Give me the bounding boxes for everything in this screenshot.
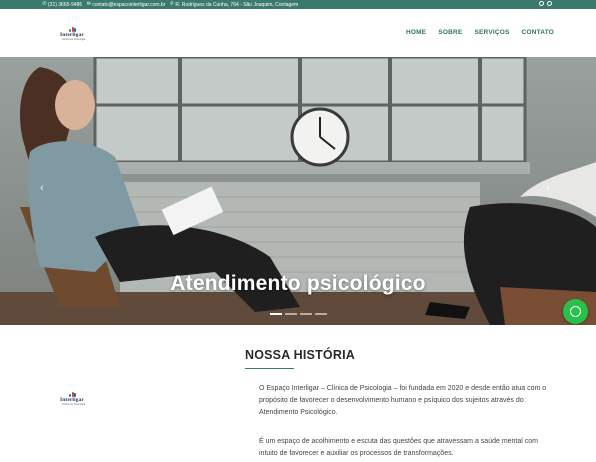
slide-dot[interactable]: [315, 313, 327, 315]
nav-servicos[interactable]: SERVIÇOS: [474, 29, 509, 36]
email-contact[interactable]: ✉ contato@espacointerligar.com.br: [86, 1, 166, 8]
logo-tagline: Clínica de Psicologia: [62, 403, 86, 406]
main-nav: HOME SOBRE SERVIÇOS CONTATO: [406, 29, 554, 36]
slide-dot[interactable]: [300, 313, 312, 315]
phone-icon: ✆: [42, 1, 47, 7]
story-paragraph: O Espaço Interligar – Clínica de Psicolo…: [259, 385, 547, 416]
site-header: Interligar Clínica de Psicologia HOME SO…: [0, 9, 596, 57]
slide-indicators: [270, 313, 327, 315]
slide-dot[interactable]: [285, 313, 297, 315]
story-title: NOSSA HISTÓRIA: [245, 348, 355, 362]
slide-dot[interactable]: [270, 313, 282, 315]
nav-home[interactable]: HOME: [406, 29, 426, 36]
phone-contact[interactable]: ✆ (31) 3665-9486: [42, 2, 82, 8]
story-section: Interligar Clínica de Psicologia NOSSA H…: [0, 325, 596, 462]
whatsapp-float-button[interactable]: [563, 299, 588, 324]
envelope-icon: ✉: [86, 1, 91, 7]
hero-title: Atendimento psicológico: [170, 272, 426, 295]
next-slide-icon[interactable]: ›: [546, 183, 550, 194]
site-logo[interactable]: Interligar Clínica de Psicologia: [60, 27, 86, 41]
top-contact-bar: ✆ (31) 3665-9486 ✉ contato@espacointerli…: [0, 0, 596, 9]
email-text: contato@espacointerligar.com.br: [92, 1, 166, 8]
nav-sobre[interactable]: SOBRE: [438, 29, 462, 36]
logo-tagline: Clínica de Psicologia: [62, 38, 86, 41]
address-contact[interactable]: ⚲ R. Rodrigues da Cunha, 764 - São Joaqu…: [169, 2, 298, 8]
map-pin-icon: ⚲: [170, 1, 174, 7]
instagram-icon[interactable]: [539, 1, 544, 6]
address-text: R. Rodrigues da Cunha, 764 - São Joaquim…: [175, 1, 299, 8]
title-underline: [245, 368, 294, 369]
phone-text: (31) 3665-9486: [48, 1, 83, 8]
story-paragraph: É um espaço de acolhimento e escuta das …: [259, 438, 538, 457]
prev-slide-icon[interactable]: ‹: [40, 183, 44, 194]
story-logo: Interligar Clínica de Psicologia: [60, 392, 86, 406]
whatsapp-icon[interactable]: [547, 1, 552, 6]
social-links: [539, 1, 552, 6]
nav-contato[interactable]: CONTATO: [522, 29, 554, 36]
